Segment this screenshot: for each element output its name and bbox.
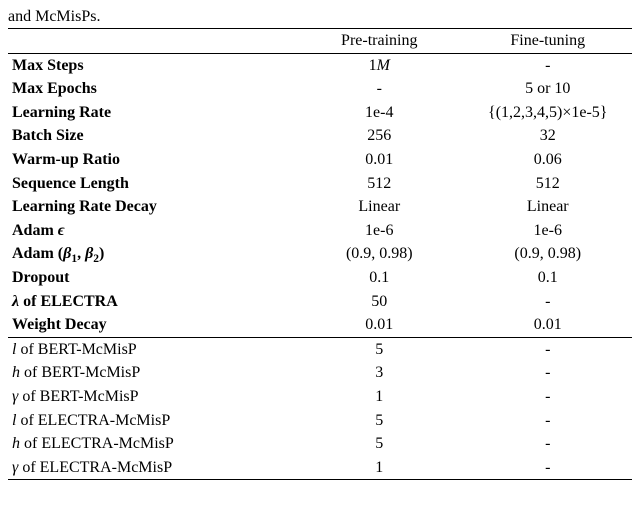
param-label: l of BERT-McMisP	[8, 337, 295, 361]
param-label: Max Steps	[8, 53, 295, 77]
param-pre: 0.1	[295, 266, 463, 290]
param-ft: -	[464, 456, 633, 480]
table-row: l of BERT-McMisP 5 -	[8, 337, 632, 361]
table-row: Learning Rate 1e-4 {(1,2,3,4,5)×1e-5}	[8, 101, 632, 125]
table-row: Adam (β1, β2) (0.9, 0.98) (0.9, 0.98)	[8, 242, 632, 266]
param-label: h of ELECTRA-McMisP	[8, 432, 295, 456]
param-ft: -	[464, 337, 633, 361]
param-ft: -	[464, 409, 633, 433]
param-label: Adam (β1, β2)	[8, 242, 295, 266]
table-row: Adam ϵ 1e-6 1e-6	[8, 219, 632, 243]
param-label: Learning Rate Decay	[8, 195, 295, 219]
table-row: h of ELECTRA-McMisP 5 -	[8, 432, 632, 456]
table-row: γ of ELECTRA-McMisP 1 -	[8, 456, 632, 480]
param-pre: (0.9, 0.98)	[295, 242, 463, 266]
param-pre: -	[295, 77, 463, 101]
table-row: h of BERT-McMisP 3 -	[8, 361, 632, 385]
param-label: λ of ELECTRA	[8, 290, 295, 314]
param-label: Max Epochs	[8, 77, 295, 101]
param-pre: 0.01	[295, 313, 463, 337]
header-pretraining: Pre-training	[295, 29, 463, 54]
param-label: Sequence Length	[8, 172, 295, 196]
param-ft: -	[464, 290, 633, 314]
param-label: l of ELECTRA-McMisP	[8, 409, 295, 433]
table-row: Learning Rate Decay Linear Linear	[8, 195, 632, 219]
table-row: Warm-up Ratio 0.01 0.06	[8, 148, 632, 172]
table-row: λ of ELECTRA 50 -	[8, 290, 632, 314]
param-pre: 1M	[295, 53, 463, 77]
table-row: l of ELECTRA-McMisP 5 -	[8, 409, 632, 433]
param-ft: (0.9, 0.98)	[464, 242, 633, 266]
table-caption-fragment: and McMisPs.	[8, 8, 632, 26]
param-pre: 256	[295, 124, 463, 148]
param-pre: Linear	[295, 195, 463, 219]
param-pre: 1e-4	[295, 101, 463, 125]
param-ft: 0.01	[464, 313, 633, 337]
param-pre: 1	[295, 385, 463, 409]
param-label: Learning Rate	[8, 101, 295, 125]
param-label: γ of ELECTRA-McMisP	[8, 456, 295, 480]
param-ft: 1e-6	[464, 219, 633, 243]
param-pre: 0.01	[295, 148, 463, 172]
param-label: Weight Decay	[8, 313, 295, 337]
param-ft: Linear	[464, 195, 633, 219]
param-pre: 1e-6	[295, 219, 463, 243]
param-pre: 3	[295, 361, 463, 385]
param-label: Warm-up Ratio	[8, 148, 295, 172]
param-ft: 512	[464, 172, 633, 196]
table-row: Batch Size 256 32	[8, 124, 632, 148]
param-label: Adam ϵ	[8, 219, 295, 243]
param-ft: 5 or 10	[464, 77, 633, 101]
table-row: Max Steps 1M -	[8, 53, 632, 77]
param-pre: 5	[295, 409, 463, 433]
table-header-row: Pre-training Fine-tuning	[8, 29, 632, 54]
param-label: h of BERT-McMisP	[8, 361, 295, 385]
param-ft: 0.1	[464, 266, 633, 290]
table-row: Max Epochs - 5 or 10	[8, 77, 632, 101]
param-ft: -	[464, 385, 633, 409]
table-row: Sequence Length 512 512	[8, 172, 632, 196]
param-pre: 1	[295, 456, 463, 480]
param-label: γ of BERT-McMisP	[8, 385, 295, 409]
param-label: Dropout	[8, 266, 295, 290]
param-ft: -	[464, 432, 633, 456]
table-row: Dropout 0.1 0.1	[8, 266, 632, 290]
hyperparameter-table: Pre-training Fine-tuning Max Steps 1M - …	[8, 28, 632, 480]
param-pre: 5	[295, 337, 463, 361]
table-row: Weight Decay 0.01 0.01	[8, 313, 632, 337]
param-ft: {(1,2,3,4,5)×1e-5}	[464, 101, 633, 125]
param-label: Batch Size	[8, 124, 295, 148]
param-ft: 0.06	[464, 148, 633, 172]
param-pre: 50	[295, 290, 463, 314]
header-finetuning: Fine-tuning	[464, 29, 633, 54]
param-ft: -	[464, 53, 633, 77]
param-ft: 32	[464, 124, 633, 148]
param-pre: 5	[295, 432, 463, 456]
param-pre: 512	[295, 172, 463, 196]
table-row: γ of BERT-McMisP 1 -	[8, 385, 632, 409]
param-ft: -	[464, 361, 633, 385]
